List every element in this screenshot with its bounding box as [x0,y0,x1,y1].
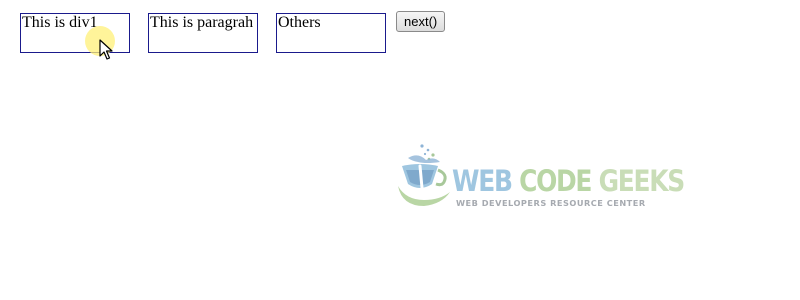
logo-title: WEB CODE GEEKS [452,164,686,198]
logo-title-geeks: GEEKS [598,164,686,198]
logo-title-code: CODE [519,164,592,198]
logo-title-web: WEB [452,164,513,198]
web-code-geeks-logo-icon [398,144,450,206]
others-box: Others [276,13,386,53]
web-code-geeks-logo: WEB CODE GEEKS WEB DEVELOPERS RESOURCE C… [396,142,685,214]
div1-box: This is div1 [20,13,130,53]
paragraph-box: This is paragrah [148,13,258,53]
others-text: Others [278,14,321,31]
next-button[interactable]: next() [396,11,446,32]
logo-tagline: WEB DEVELOPERS RESOURCE CENTER [456,198,646,208]
div1-text: This is div1 [22,14,98,31]
paragraph-text: This is paragrah [150,14,254,31]
